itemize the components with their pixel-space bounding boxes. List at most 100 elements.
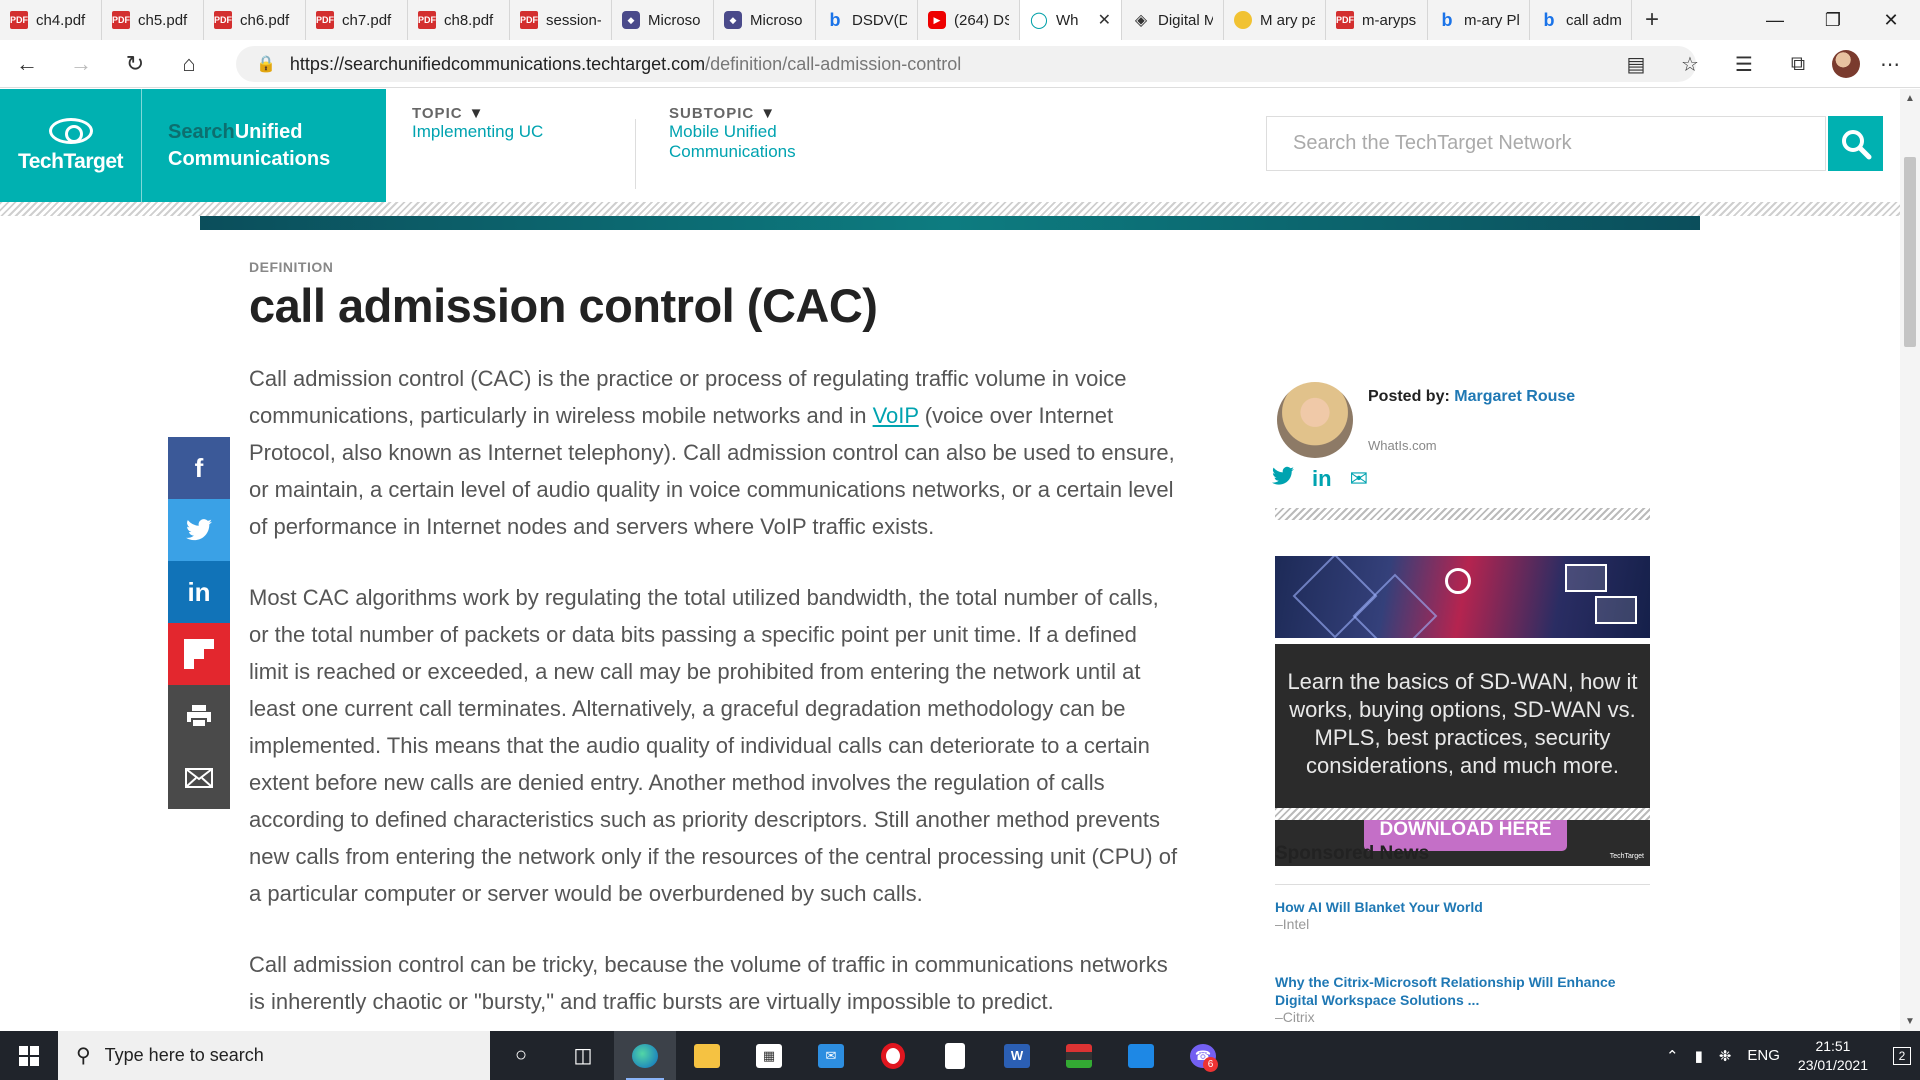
mail-icon[interactable]: ✉ <box>800 1031 862 1080</box>
close-window-icon[interactable]: ✕ <box>1862 0 1920 40</box>
email-share-icon[interactable] <box>168 747 230 809</box>
favorite-star-icon[interactable]: ☆ <box>1670 52 1710 77</box>
voip-link[interactable]: VoIP <box>873 403 919 428</box>
tab-title: ch4.pdf <box>36 11 86 29</box>
paragraph-1: Call admission control (CAC) is the prac… <box>249 366 1175 539</box>
browser-tab[interactable]: PDF ch7.pdf <box>306 0 408 40</box>
search-button[interactable] <box>1828 116 1883 171</box>
store-icon[interactable]: ▦ <box>738 1031 800 1080</box>
linkedin-share-icon[interactable]: in <box>168 561 230 623</box>
notifications-count: 2 <box>1892 1046 1912 1065</box>
scrollbar-thumb[interactable] <box>1904 157 1916 347</box>
flipboard-share-icon[interactable] <box>168 623 230 685</box>
favorites-list-icon[interactable]: ☰ <box>1724 52 1764 77</box>
browser-tab[interactable]: PDF session- <box>510 0 612 40</box>
url-field[interactable]: 🔒 https://searchunifiedcommunications.te… <box>236 46 1696 82</box>
back-arrow-icon[interactable]: ← <box>0 40 54 88</box>
browser-tab[interactable]: ◈ Digital M <box>1122 0 1224 40</box>
sidebar-hatch-divider <box>1275 808 1650 820</box>
scroll-down-icon[interactable]: ▼ <box>1905 1016 1915 1027</box>
tab-title: call adm <box>1566 11 1621 29</box>
lock-icon[interactable]: 🔒 <box>256 54 276 74</box>
tab-title: ch5.pdf <box>138 11 188 29</box>
sponsored-item[interactable]: Why the Citrix-Microsoft Relationship Wi… <box>1275 973 1650 1025</box>
app-icon[interactable] <box>1048 1031 1110 1080</box>
tab-title: Wh <box>1056 11 1079 29</box>
browser-tab[interactable]: PDF ch6.pdf <box>204 0 306 40</box>
home-icon[interactable]: ⌂ <box>162 40 216 88</box>
word-icon[interactable]: W <box>986 1031 1048 1080</box>
scroll-up-icon[interactable]: ▲ <box>1905 93 1915 104</box>
collections-icon[interactable]: ⧉ <box>1778 53 1818 76</box>
battery-icon[interactable]: ▮ <box>1695 1047 1703 1065</box>
browser-tab[interactable]: b call adm <box>1530 0 1632 40</box>
ad-banner-image[interactable] <box>1275 556 1650 638</box>
clock[interactable]: 21:51 23/01/2021 <box>1798 1037 1868 1075</box>
browser-tab[interactable]: M ary pa <box>1224 0 1326 40</box>
site-logo-block[interactable]: TechTarget SearchUnified Communications <box>0 89 386 202</box>
tab-title: ch8.pdf <box>444 11 494 29</box>
print-icon[interactable] <box>168 685 230 747</box>
sponsored-item-title[interactable]: How AI Will Blanket Your World <box>1275 898 1650 916</box>
minimize-icon[interactable]: — <box>1746 0 1804 40</box>
paragraph-3: Call admission control can be tricky, be… <box>249 952 1168 1014</box>
email-icon[interactable]: ✉ <box>1350 466 1368 492</box>
subtopic-value[interactable]: Mobile Unified Communications <box>669 122 796 162</box>
bing-icon: b <box>829 9 841 30</box>
notifications-icon[interactable]: 2 <box>1884 1031 1920 1080</box>
browser-tab[interactable]: PDF ch5.pdf <box>102 0 204 40</box>
read-aloud-icon[interactable]: ▤ <box>1616 52 1656 77</box>
browser-tab[interactable]: PDF ch4.pdf <box>0 0 102 40</box>
forward-arrow-icon[interactable]: → <box>54 40 108 88</box>
notepad-icon[interactable] <box>924 1031 986 1080</box>
wifi-icon[interactable]: ❉ <box>1719 1047 1732 1065</box>
sponsored-item[interactable]: How AI Will Blanket Your World –Intel <box>1275 898 1650 932</box>
browser-tab[interactable]: ◯ Wh ✕ <box>1020 0 1122 40</box>
browser-tab[interactable]: PDF ch8.pdf <box>408 0 510 40</box>
web-page: TechTarget SearchUnified Communications … <box>0 89 1900 1031</box>
close-tab-icon[interactable]: ✕ <box>1098 10 1111 30</box>
taskbar-search[interactable]: ⚲ Type here to search <box>58 1031 490 1080</box>
author-name-link[interactable]: Margaret Rouse <box>1454 388 1575 405</box>
file-explorer-icon[interactable] <box>676 1031 738 1080</box>
cortana-icon[interactable]: ○ <box>490 1031 552 1080</box>
restore-icon[interactable]: ❐ <box>1804 0 1862 40</box>
browser-tab[interactable]: b DSDV(D <box>816 0 918 40</box>
edge-taskbar-icon[interactable] <box>614 1031 676 1080</box>
viber-badge: 6 <box>1203 1057 1218 1072</box>
site-name[interactable]: SearchUnified Communications <box>142 119 330 173</box>
tab-title: M ary pa <box>1260 11 1315 29</box>
address-toolbar: ← → ↻ ⌂ 🔒 https://searchunifiedcommunica… <box>0 40 1920 88</box>
tray-chevron-up-icon[interactable]: ⌃ <box>1666 1047 1679 1065</box>
facebook-share-icon[interactable]: f <box>168 437 230 499</box>
caret-down-icon: ▼ <box>760 105 777 122</box>
new-tab-button[interactable]: + <box>1632 6 1672 34</box>
opera-icon[interactable] <box>862 1031 924 1080</box>
twitter-share-icon[interactable] <box>168 499 230 561</box>
linkedin-icon[interactable]: in <box>1312 466 1332 492</box>
photos-icon[interactable] <box>1110 1031 1172 1080</box>
ad-box[interactable]: Learn the basics of SD-WAN, how it works… <box>1275 644 1650 866</box>
topic-menu[interactable]: TOPIC ▼ Implementing UC <box>412 105 543 142</box>
site-search-input[interactable]: Search the TechTarget Network <box>1266 116 1826 171</box>
page-scrollbar[interactable]: ▲ ▼ <box>1900 89 1920 1031</box>
browser-tab[interactable]: b m-ary Pl <box>1428 0 1530 40</box>
topic-value[interactable]: Implementing UC <box>412 122 543 142</box>
start-button[interactable] <box>0 1031 58 1080</box>
tab-title: ch6.pdf <box>240 11 290 29</box>
task-view-icon[interactable]: ◫ <box>552 1031 614 1080</box>
language-indicator[interactable]: ENG <box>1747 1047 1780 1064</box>
browser-tab[interactable]: PDF m-aryps <box>1326 0 1428 40</box>
techtarget-logo[interactable]: TechTarget <box>0 89 142 202</box>
subtopic-menu[interactable]: SUBTOPIC ▼ Mobile Unified Communications <box>669 105 796 162</box>
browser-tab[interactable]: ◆ Microso <box>714 0 816 40</box>
profile-avatar[interactable] <box>1832 50 1860 78</box>
twitter-icon[interactable] <box>1272 466 1294 492</box>
browser-tab[interactable]: ▶ (264) DS <box>918 0 1020 40</box>
browser-tab[interactable]: ◆ Microso <box>612 0 714 40</box>
sponsored-item-title[interactable]: Why the Citrix-Microsoft Relationship Wi… <box>1275 973 1650 1009</box>
more-menu-icon[interactable]: ⋯ <box>1880 52 1900 77</box>
refresh-icon[interactable]: ↻ <box>108 40 162 88</box>
techtarget-wordmark: TechTarget <box>17 149 124 173</box>
viber-icon[interactable]: ☎ 6 <box>1172 1031 1234 1080</box>
